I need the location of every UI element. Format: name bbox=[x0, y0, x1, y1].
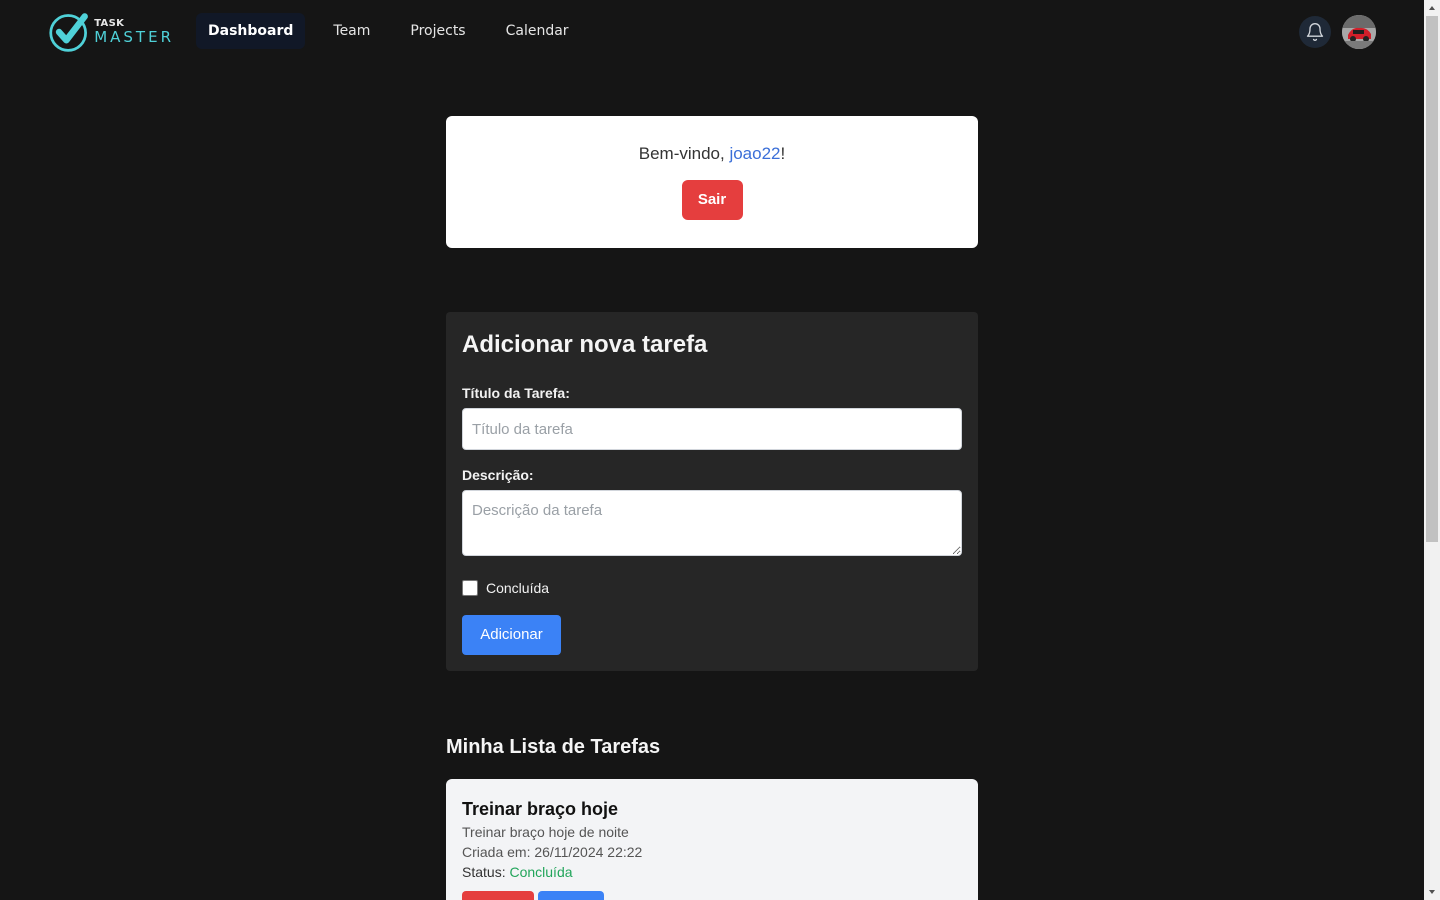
top-navbar: TASK MASTER Dashboard Team Projects Cale… bbox=[0, 0, 1424, 63]
logout-button[interactable]: Sair bbox=[681, 180, 743, 220]
notifications-button[interactable] bbox=[1299, 16, 1331, 48]
edit-task-button[interactable] bbox=[538, 891, 604, 900]
bell-icon bbox=[1306, 23, 1324, 41]
greeting-text: Bem-vindo, bbox=[638, 144, 730, 163]
task-status-line: Status: Concluída bbox=[462, 865, 962, 880]
welcome-card: Bem-vindo, joao22! Sair bbox=[446, 116, 978, 248]
task-title-input[interactable] bbox=[462, 408, 962, 450]
logo-wordmark: TASK MASTER bbox=[94, 19, 174, 45]
task-description: Treinar braço hoje de noite bbox=[462, 824, 629, 840]
nav-projects[interactable]: Projects bbox=[398, 13, 477, 49]
username-text: joao22 bbox=[729, 144, 781, 163]
nav-links: Dashboard Team Projects Calendar bbox=[196, 13, 597, 49]
user-avatar[interactable] bbox=[1342, 15, 1376, 49]
nav-calendar[interactable]: Calendar bbox=[494, 13, 581, 49]
delete-task-button[interactable] bbox=[462, 891, 534, 900]
completed-checkbox-row[interactable]: Concluída bbox=[462, 580, 549, 596]
greeting-suffix: ! bbox=[780, 144, 786, 163]
taskmaster-logo[interactable]: TASK MASTER bbox=[48, 9, 174, 55]
welcome-message: Bem-vindo, joao22! bbox=[446, 144, 978, 164]
scroll-down-arrow-icon[interactable] bbox=[1424, 884, 1440, 900]
page-scrollbar[interactable] bbox=[1424, 0, 1440, 900]
avatar-image-icon bbox=[1342, 15, 1376, 49]
task-status-label: Status: bbox=[462, 864, 510, 880]
task-title-label: Título da Tarefa: bbox=[462, 385, 570, 401]
task-list-heading: Minha Lista de Tarefas bbox=[446, 736, 661, 758]
completed-checkbox-label[interactable]: Concluída bbox=[486, 580, 549, 596]
task-created-date: Criada em: 26/11/2024 22:22 bbox=[462, 844, 643, 860]
task-card: Treinar braço hoje Treinar braço hoje de… bbox=[446, 779, 978, 900]
checkmark-logo-icon bbox=[49, 13, 88, 52]
add-task-button[interactable]: Adicionar bbox=[462, 615, 561, 655]
task-description-label: Descrição: bbox=[462, 467, 534, 483]
task-status-badge: Concluída bbox=[509, 864, 573, 880]
scrollbar-thumb[interactable] bbox=[1426, 16, 1438, 542]
completed-checkbox[interactable] bbox=[462, 580, 478, 596]
task-actions bbox=[462, 891, 604, 900]
add-task-form: Adicionar nova tarefa Título da Tarefa: … bbox=[446, 312, 978, 671]
task-description-textarea[interactable] bbox=[462, 490, 962, 556]
logo-master-text: MASTER bbox=[94, 28, 174, 46]
form-title: Adicionar nova tarefa bbox=[462, 331, 708, 358]
nav-team[interactable]: Team bbox=[321, 13, 382, 49]
task-title: Treinar braço hoje bbox=[462, 799, 619, 819]
scroll-up-arrow-icon[interactable] bbox=[1424, 0, 1440, 16]
nav-dashboard[interactable]: Dashboard bbox=[196, 13, 306, 49]
